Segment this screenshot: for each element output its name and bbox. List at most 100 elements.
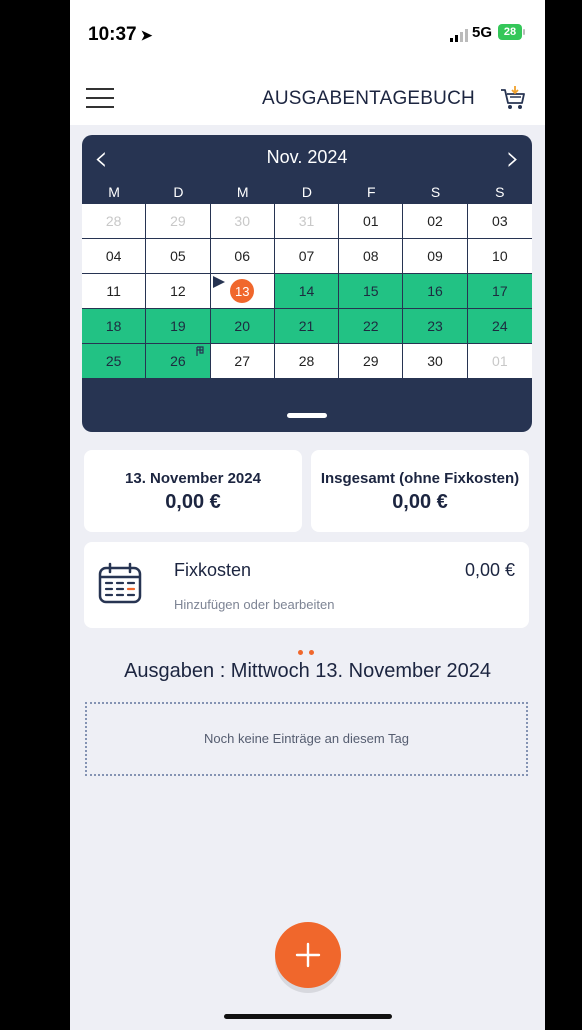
fixkosten-card[interactable]: Fixkosten Hinzufügen oder bearbeiten 0,0… [84, 542, 529, 628]
calendar-icon [98, 562, 142, 604]
calendar-day[interactable]: 28 [82, 204, 147, 239]
calendar-day[interactable]: 21 [274, 309, 340, 344]
calendar-day[interactable]: 26 [146, 344, 211, 379]
calendar-day[interactable]: 28 [274, 344, 340, 379]
menu-icon[interactable] [86, 88, 114, 108]
calendar-day-label: 22 [362, 318, 379, 334]
calendar-day-label: 21 [298, 318, 315, 334]
calendar-day[interactable]: 12 [146, 274, 211, 309]
calendar-day-label: 06 [234, 248, 250, 264]
location-icon: ➤ [140, 27, 153, 43]
calendar-day-label: 12 [170, 283, 186, 299]
calendar-day[interactable]: 04 [82, 239, 147, 274]
calendar-day[interactable]: 20 [210, 309, 275, 344]
calendar-day-label: 29 [170, 213, 186, 229]
calendar-day-label: 25 [105, 353, 122, 369]
calendar-day[interactable]: 08 [339, 239, 404, 274]
calendar-day[interactable]: 31 [274, 204, 340, 239]
total-label: Insgesamt (ohne Fixkosten) [320, 470, 520, 487]
calendar-day-label: 31 [298, 213, 315, 229]
calendar-day[interactable]: 15 [339, 274, 404, 309]
calendar-day[interactable]: 11 [82, 274, 147, 309]
add-expense-button[interactable] [275, 922, 341, 988]
calendar-day[interactable]: 30 [210, 204, 275, 239]
calendar-day-label: 17 [492, 283, 508, 299]
expenses-heading: Ausgaben : Mittwoch 13. November 2024 [124, 660, 491, 682]
calendar-day[interactable]: 18 [82, 309, 147, 344]
calendar-collapse-handle[interactable] [287, 413, 327, 418]
calendar-day[interactable]: 07 [274, 239, 340, 274]
calendar-day-label: 19 [170, 318, 186, 334]
calendar-day[interactable]: 29 [339, 344, 404, 379]
selected-day-amount: 0,00 € [165, 491, 221, 513]
calendar-day-label: 09 [427, 248, 443, 264]
chevron-right-icon[interactable]: › [498, 139, 528, 179]
expenses-empty-state: Noch keine Einträge an diesem Tag [85, 702, 528, 776]
calendar-day[interactable]: 30 [403, 344, 468, 379]
calendar-day-label: 23 [427, 318, 443, 334]
calendar-day[interactable]: 17 [467, 274, 532, 309]
calendar-day-label: 15 [362, 283, 379, 299]
calendar-day-label: 08 [362, 248, 379, 264]
calendar-day[interactable]: 13 [210, 274, 275, 309]
calendar-day[interactable]: 06 [210, 239, 275, 274]
calendar-day[interactable]: 01 [339, 204, 404, 239]
selected-day-label: 13. November 2024 [125, 470, 261, 487]
signal-icon [450, 29, 468, 42]
plus-icon [295, 942, 321, 968]
calendar-day[interactable]: 24 [467, 309, 532, 344]
calendar-day-label: 30 [234, 213, 250, 229]
calendar-day[interactable]: 01 [467, 344, 532, 379]
calendar-day-label: 05 [170, 248, 186, 264]
calendar-day-label: 10 [492, 248, 508, 264]
status-bar: 10:37 ➤ 5G 28 [70, 0, 545, 70]
calendar-day[interactable]: 25 [82, 344, 147, 379]
weekday-label: M [236, 184, 249, 200]
calendar-day[interactable]: 05 [146, 239, 211, 274]
calendar-day[interactable]: 22 [339, 309, 404, 344]
weekday-label: S [430, 184, 441, 200]
calendar-day[interactable]: 02 [403, 204, 468, 239]
calendar-day[interactable]: 10 [467, 239, 532, 274]
calendar-weekdays: M D M D F S S [82, 180, 532, 204]
calendar-day[interactable]: 09 [403, 239, 468, 274]
weekday-label: S [495, 184, 505, 200]
calendar-day[interactable]: 29 [146, 204, 211, 239]
calendar-day-label: 27 [234, 353, 250, 369]
calendar-day-label: 28 [105, 213, 122, 229]
calendar-day-label: 14 [298, 283, 315, 299]
weekday-label: D [173, 184, 184, 200]
calendar-day-label: 20 [234, 318, 250, 334]
calendar-day-label: 11 [106, 283, 121, 299]
calendar-day-label: 29 [362, 353, 379, 369]
page-indicator [296, 650, 320, 656]
weekday-label: D [301, 184, 313, 200]
app-title: AUSGABENTAGEBUCH [262, 88, 475, 109]
calendar-day-label: 16 [427, 283, 443, 299]
weekday-label: M [108, 184, 120, 200]
calendar-month-label: Nov. 2024 [266, 147, 348, 167]
app-bar: AUSGABENTAGEBUCH [70, 70, 545, 125]
calendar-day-label: 24 [492, 318, 508, 334]
calendar-day[interactable]: 19 [146, 309, 211, 344]
calendar-day-label: 28 [298, 353, 315, 369]
calendar-day-label: 03 [492, 213, 508, 229]
calendar-day-label: 26 [170, 353, 186, 369]
total-amount: 0,00 € [392, 491, 448, 513]
calendar-day-label: 30 [427, 353, 443, 369]
calendar-day[interactable]: 03 [467, 204, 532, 239]
cart-icon[interactable] [498, 84, 528, 112]
calendar-day[interactable]: 23 [403, 309, 468, 344]
calendar-day-label: 01 [492, 353, 508, 369]
calendar-day-label: 02 [427, 213, 443, 229]
phone-screen: 10:37 ➤ 5G 28 AUSGABENTAGEBUCH ‹ Nov. 202… [70, 0, 545, 1030]
calendar-day[interactable]: 27 [210, 344, 275, 379]
calendar-day[interactable]: 16 [403, 274, 468, 309]
battery-icon: 28 [498, 24, 525, 40]
home-indicator[interactable] [224, 1014, 392, 1019]
status-time: 10:37 ➤ [88, 24, 153, 45]
fixkosten-amount: 0,00 € [464, 560, 515, 580]
period-start-flag-icon [212, 276, 225, 288]
calendar-grid: 28 29 30 31 01 02 03 04 05 06 07 08 09 10 11 12 13 14 15 16… [82, 204, 532, 379]
calendar-day[interactable]: 14 [274, 274, 340, 309]
